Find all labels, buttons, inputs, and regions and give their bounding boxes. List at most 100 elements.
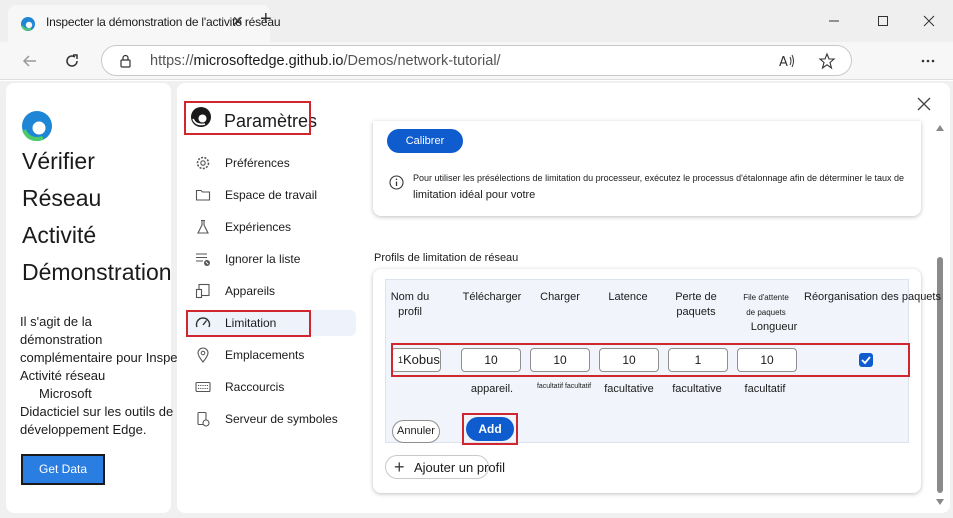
demo-card: Vérifier Réseau Activité Démonstration I… (6, 83, 188, 513)
header-line: de paquets (746, 308, 786, 317)
nav-item-ignore-list[interactable]: Ignorer la liste (186, 246, 356, 272)
browser-tab[interactable]: Inspecter la démonstration de l'activité… (8, 5, 281, 42)
edge-logo-icon (22, 111, 52, 141)
add-profile-button[interactable]: + Ajouter un profil (385, 455, 505, 479)
minimize-icon[interactable] (825, 12, 843, 30)
highlight-profile-row (391, 343, 910, 377)
new-tab-icon[interactable]: + (260, 9, 272, 29)
loss-unit-label: facultative (672, 383, 722, 395)
flask-icon (197, 219, 209, 234)
close-settings-icon[interactable] (917, 97, 931, 111)
header-line: profil (398, 306, 422, 318)
address-bar-row: https://microsoftedge.github.io/Demos/ne… (0, 42, 953, 80)
nav-item-preferences[interactable]: Préférences (186, 150, 356, 176)
demo-desc-line: Activité réseau (20, 368, 106, 383)
column-header-download: Télécharger (462, 291, 522, 303)
url-path: /Demos/network-tutorial/ (343, 53, 501, 69)
upload-unit-label: facultatif facultatif (536, 383, 592, 390)
scroll-up-icon[interactable] (936, 125, 944, 131)
network-profiles-heading: Profils de limitation de réseau (374, 252, 519, 264)
nav-label: Raccourcis (225, 380, 285, 394)
column-header-profile-name: Nom du profil (386, 290, 434, 320)
demo-desc-line: Microsoft (39, 386, 92, 401)
demo-heading-line-3: Activité (22, 222, 97, 248)
symbol-server-icon (197, 411, 210, 427)
devices-icon (195, 283, 210, 299)
get-data-button[interactable]: Get Data (21, 454, 105, 485)
nav-label: Appareils (225, 284, 276, 298)
nav-label: Expériences (225, 220, 292, 234)
nav-item-experiments[interactable]: Expériences (186, 214, 356, 240)
ignore-list-icon (196, 253, 210, 266)
network-profiles-card: Nom du profil Télécharger Charger Latenc… (373, 269, 941, 493)
column-header-queue-length: File d'attente de paquets Longueur (732, 290, 800, 335)
settings-scrollbar[interactable] (936, 123, 944, 511)
edge-favicon-icon (21, 17, 35, 31)
info-icon (389, 175, 404, 190)
nav-label: Ignorer la liste (225, 252, 301, 266)
url-prefix: https:// (150, 53, 194, 69)
highlight-settings-title (184, 101, 311, 135)
demo-desc-line: complémentaire pour Inspect (20, 350, 188, 365)
nav-label: Préférences (225, 156, 290, 170)
header-line: Longueur (750, 321, 798, 333)
nav-item-devices[interactable]: Appareils (186, 278, 356, 304)
nav-item-locations[interactable]: Emplacements (186, 342, 356, 368)
title-bar: Inspecter la démonstration de l'activité… (0, 0, 953, 42)
location-pin-icon (197, 347, 209, 363)
refresh-icon[interactable] (62, 51, 82, 71)
window-close-icon[interactable] (920, 12, 938, 30)
cpu-info-line-1: Pour utiliser les présélections de limit… (413, 173, 904, 183)
url-text: https://microsoftedge.github.io/Demos/ne… (150, 53, 501, 69)
nav-label: Serveur de symboles (225, 412, 338, 426)
tab-title: Inspecter la démonstration de l'activité… (46, 15, 281, 29)
folder-icon (195, 189, 211, 201)
cpu-info-text: Pour utiliser les présélections de limit… (413, 170, 923, 204)
scroll-down-icon[interactable] (936, 499, 944, 505)
column-header-packet-loss: Perte de paquets (664, 290, 728, 320)
highlight-add-button (462, 413, 518, 445)
favorite-star-icon[interactable] (818, 52, 836, 70)
cpu-throttling-card: Calibrer Pour utiliser les présélections… (373, 121, 921, 216)
nav-label: Espace de travail (225, 188, 318, 202)
header-line: Nom du (390, 291, 430, 303)
more-menu-icon[interactable] (920, 54, 936, 68)
maximize-icon[interactable] (874, 12, 892, 30)
url-host: microsoftedge.github.io (193, 53, 344, 69)
header-line: paquets (676, 306, 716, 318)
nav-item-workspace[interactable]: Espace de travail (186, 182, 356, 208)
page-content: Vérifier Réseau Activité Démonstration I… (0, 81, 953, 518)
demo-desc-line: Didacticiel sur les outils de (20, 404, 174, 419)
add-profile-label: Ajouter un profil (414, 460, 506, 475)
cpu-info-line-2: limitation idéal pour votre (413, 189, 536, 201)
devtools-settings-panel: Paramètres Préférences Espace de travail… (177, 83, 950, 513)
queue-unit-label: facultatif (744, 383, 786, 395)
plus-icon: + (394, 457, 405, 477)
calibrate-button[interactable]: Calibrer (387, 129, 463, 153)
column-header-upload: Charger (540, 291, 580, 303)
header-line: Perte de (675, 291, 717, 303)
header-line: File d'attente (743, 293, 789, 302)
lock-icon[interactable] (119, 54, 132, 68)
keyboard-icon (195, 381, 211, 393)
demo-desc-line: développement Edge. (20, 422, 147, 437)
nav-item-symbol-server[interactable]: Serveur de symboles (186, 406, 356, 432)
back-arrow-icon[interactable] (20, 51, 40, 71)
demo-desc-line: Il s'agit de la (20, 314, 92, 329)
demo-heading-line-1: Vérifier (22, 148, 95, 174)
profiles-table: Nom du profil Télécharger Charger Latenc… (385, 279, 941, 445)
nav-label: Emplacements (225, 348, 305, 362)
column-header-latency: Latence (608, 291, 648, 303)
gear-icon (196, 156, 210, 170)
demo-description: Il s'agit de la démonstration complément… (20, 313, 195, 439)
tab-close-icon[interactable]: ✕ (232, 13, 244, 30)
highlight-throttling-nav (186, 310, 311, 337)
nav-item-shortcuts[interactable]: Raccourcis (186, 374, 356, 400)
demo-desc-line: démonstration (20, 332, 103, 347)
url-field[interactable]: https://microsoftedge.github.io/Demos/ne… (101, 45, 852, 76)
cancel-button[interactable]: Annuler (392, 420, 440, 443)
download-unit-label: appareil. (470, 383, 514, 395)
demo-heading-line-4: Démonstration (22, 259, 172, 285)
read-aloud-icon[interactable]: A (778, 53, 796, 69)
demo-heading-line-2: Réseau (22, 185, 102, 211)
